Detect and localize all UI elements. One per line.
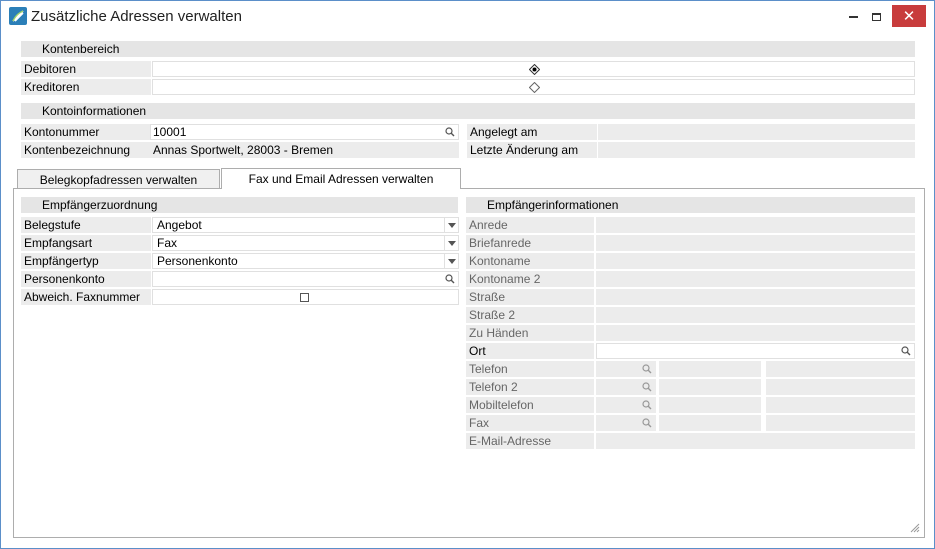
telefon-2-lookup[interactable]	[596, 379, 656, 395]
mobiltelefon-lookup[interactable]	[596, 397, 656, 413]
telefon-2-field	[659, 379, 761, 395]
search-icon[interactable]	[901, 346, 911, 356]
label-anrede: Anrede	[466, 217, 594, 233]
kontoname-field	[596, 253, 915, 269]
belegstufe-value: Angebot	[157, 218, 202, 232]
briefanrede-field	[596, 235, 915, 251]
telefon-2-field-extra	[766, 379, 915, 395]
empfangsart-value: Fax	[157, 236, 178, 250]
belegstufe-select[interactable]: Angebot	[152, 217, 459, 233]
label-abweich-faxnummer: Abweich. Faxnummer	[21, 289, 151, 305]
chevron-down-icon[interactable]	[444, 236, 458, 250]
strasse-field	[596, 289, 915, 305]
label-angelegt-am: Angelegt am	[467, 124, 597, 140]
label-briefanrede: Briefanrede	[466, 235, 594, 251]
window-title: Zusätzliche Adressen verwalten	[31, 8, 242, 25]
label-empfangsart: Empfangsart	[21, 235, 151, 251]
close-icon: ✕	[902, 7, 916, 25]
label-kontoname: Kontoname	[466, 253, 594, 269]
angelegt-am-value	[598, 124, 915, 140]
label-telefon-2: Telefon 2	[466, 379, 594, 395]
anrede-field	[596, 217, 915, 233]
abweich-faxnummer-checkbox[interactable]	[300, 293, 309, 302]
tab-belegkopfadressen[interactable]: Belegkopfadressen verwalten	[17, 169, 220, 189]
label-debitoren: Debitoren	[21, 61, 151, 77]
resize-grip-icon[interactable]	[910, 523, 920, 533]
title-bar[interactable]: Zusätzliche Adressen verwalten ✕	[1, 1, 934, 32]
maximize-button[interactable]	[861, 1, 891, 32]
tab-fax-email-adressen[interactable]: Fax und Email Adressen verwalten	[221, 168, 461, 189]
telefon-field	[659, 361, 761, 377]
mobiltelefon-field	[659, 397, 761, 413]
section-header-kontoinformationen: Kontoinformationen	[21, 103, 915, 119]
strasse-2-field	[596, 307, 915, 323]
section-header-empfaengerzuordnung: Empfängerzuordnung	[21, 197, 458, 213]
label-zu-haenden: Zu Händen	[466, 325, 594, 341]
empfaengertyp-value: Personenkonto	[157, 254, 238, 268]
label-kontonummer: Kontonummer	[21, 124, 151, 140]
fax-lookup[interactable]	[596, 415, 656, 431]
label-strasse: Straße	[466, 289, 594, 305]
radio-debitoren-selected-icon[interactable]	[529, 64, 540, 75]
kontoname-2-field	[596, 271, 915, 287]
search-icon[interactable]	[642, 382, 652, 392]
search-icon[interactable]	[445, 127, 455, 137]
kontonummer-input[interactable]: 10001	[150, 124, 459, 140]
radio-row-kreditoren[interactable]	[152, 79, 915, 95]
minimize-icon	[848, 15, 858, 18]
label-letzte-aenderung: Letzte Änderung am	[467, 142, 597, 158]
personenkonto-input[interactable]	[152, 271, 459, 287]
label-belegstufe: Belegstufe	[21, 217, 151, 233]
abweich-faxnummer-row	[152, 289, 459, 305]
label-email: E-Mail-Adresse	[466, 433, 594, 449]
label-empfaengertyp: Empfängertyp	[21, 253, 151, 269]
search-icon[interactable]	[642, 418, 652, 428]
app-logo-icon	[9, 7, 27, 25]
mobiltelefon-field-extra	[766, 397, 915, 413]
fax-field	[659, 415, 761, 431]
chevron-down-icon[interactable]	[444, 218, 458, 232]
label-strasse-2: Straße 2	[466, 307, 594, 323]
label-ort: Ort	[466, 343, 594, 359]
kontonummer-value: 10001	[153, 125, 187, 139]
radio-row-debitoren[interactable]	[152, 61, 915, 77]
label-fax: Fax	[466, 415, 594, 431]
label-kreditoren: Kreditoren	[21, 79, 151, 95]
radio-kreditoren-icon[interactable]	[529, 82, 540, 93]
search-icon[interactable]	[642, 364, 652, 374]
chevron-down-icon[interactable]	[444, 254, 458, 268]
label-mobiltelefon: Mobiltelefon	[466, 397, 594, 413]
section-header-kontenbereich: Kontenbereich	[21, 41, 915, 57]
letzte-aenderung-value	[598, 142, 915, 158]
empfaengertyp-select[interactable]: Personenkonto	[152, 253, 459, 269]
label-personenkonto: Personenkonto	[21, 271, 151, 287]
zu-haenden-field	[596, 325, 915, 341]
section-header-empfaengerinformationen: Empfängerinformationen	[466, 197, 915, 213]
kontenbezeichnung-value: Annas Sportwelt, 28003 - Bremen	[150, 142, 459, 158]
search-icon[interactable]	[642, 400, 652, 410]
maximize-icon	[871, 12, 881, 21]
telefon-lookup[interactable]	[596, 361, 656, 377]
close-button[interactable]: ✕	[892, 5, 926, 27]
email-field	[596, 433, 915, 449]
fax-field-extra	[766, 415, 915, 431]
label-kontoname-2: Kontoname 2	[466, 271, 594, 287]
label-telefon: Telefon	[466, 361, 594, 377]
ort-input[interactable]	[596, 343, 915, 359]
label-kontenbezeichnung: Kontenbezeichnung	[21, 142, 151, 158]
search-icon[interactable]	[445, 274, 455, 284]
dialog-window: Zusätzliche Adressen verwalten ✕ Kontenb…	[0, 0, 935, 549]
empfangsart-select[interactable]: Fax	[152, 235, 459, 251]
telefon-field-extra	[766, 361, 915, 377]
